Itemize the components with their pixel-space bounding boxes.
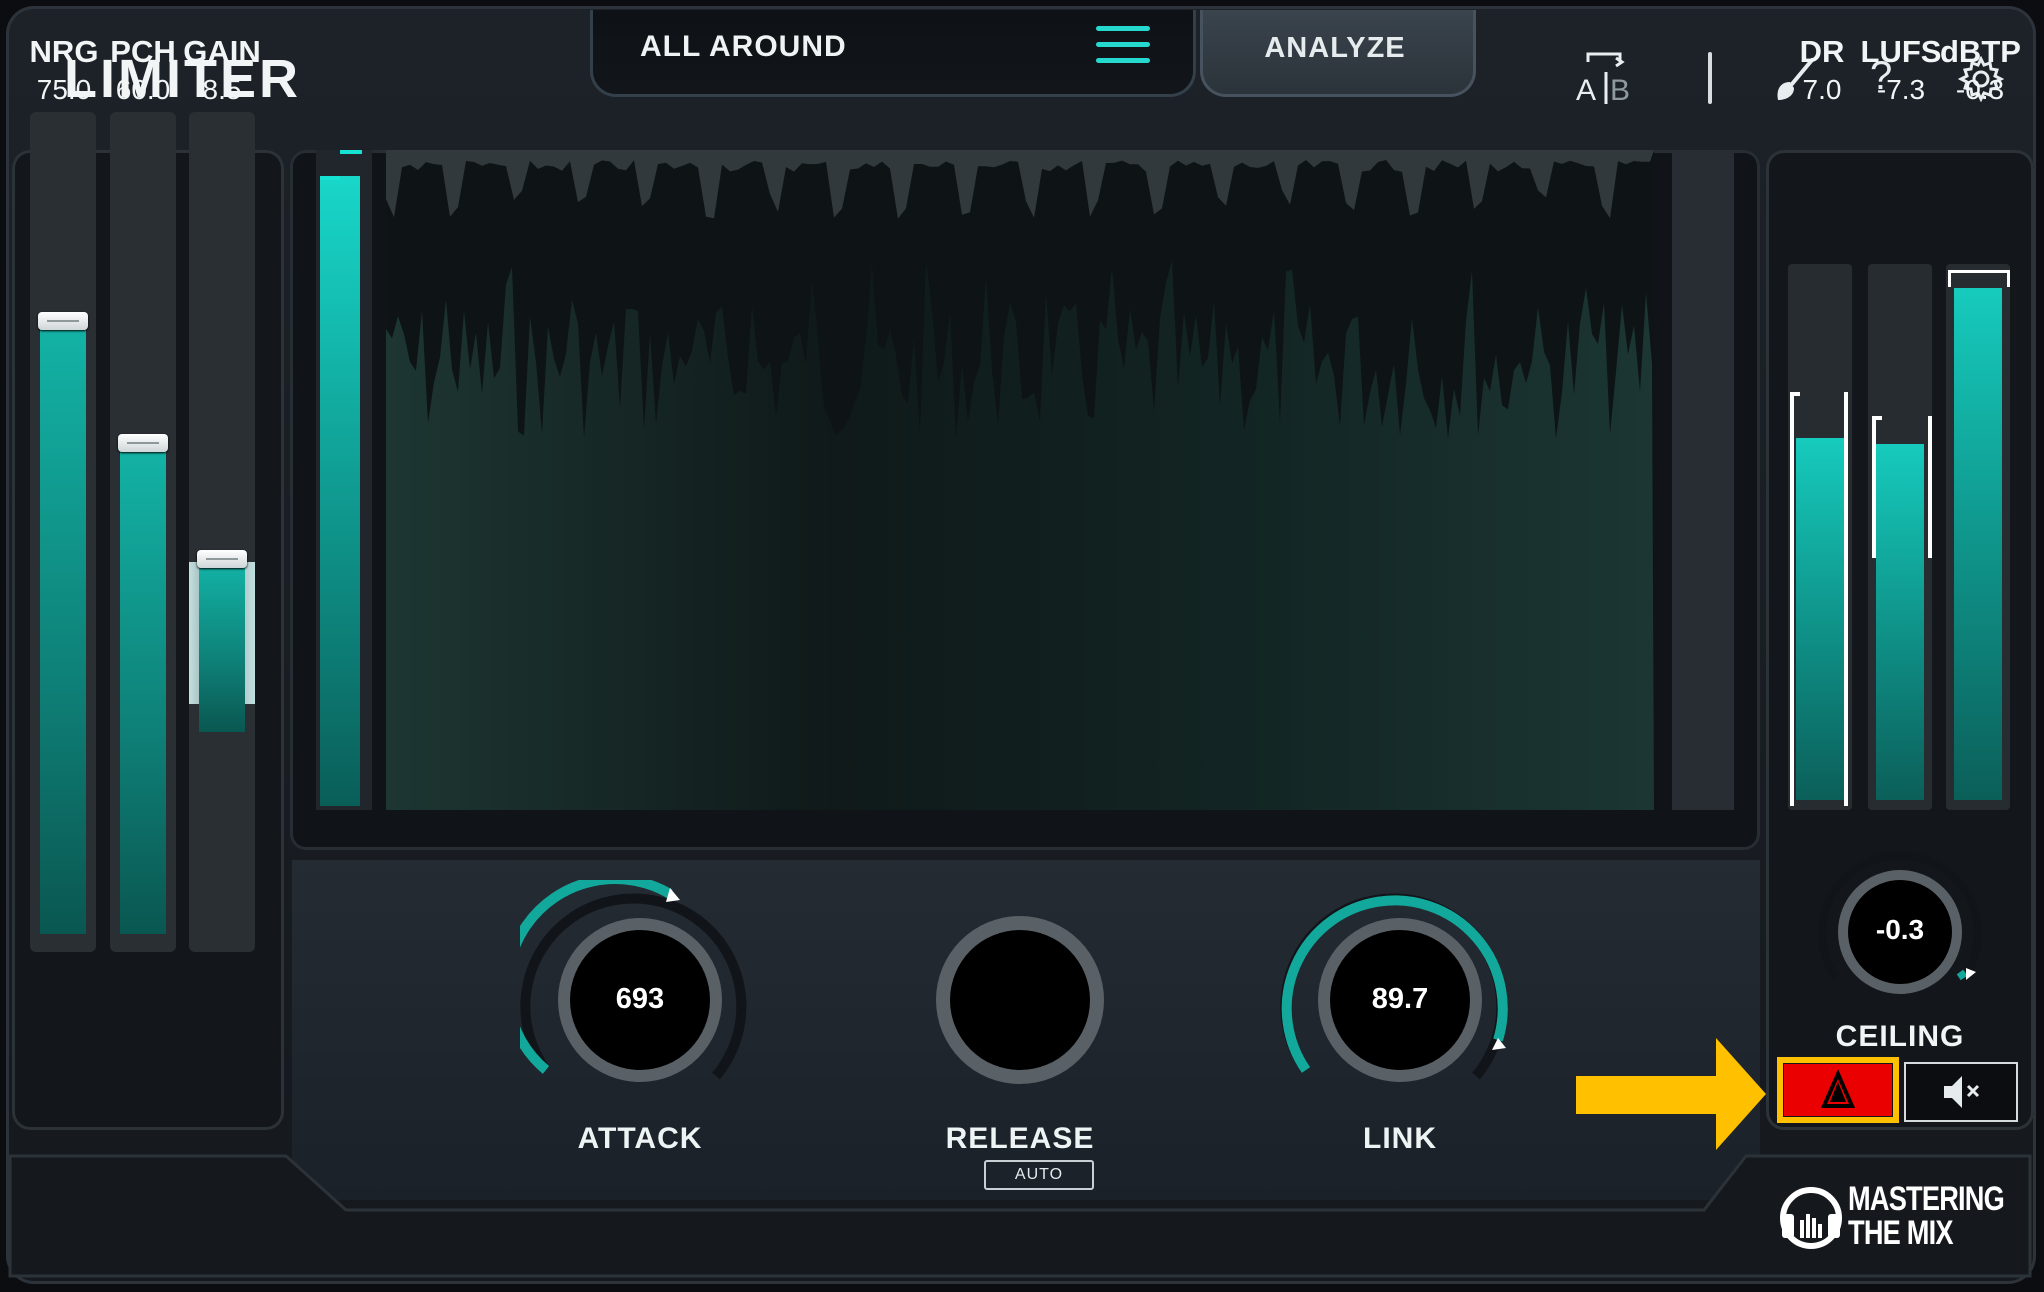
dr-label: DR — [1799, 34, 1845, 69]
gain-slider-handle[interactable] — [197, 550, 247, 568]
preset-name[interactable]: ALL AROUND — [640, 30, 847, 64]
dbtp-meter-fill — [1954, 288, 2002, 800]
nrg-fill — [40, 322, 86, 934]
gain-reduction-trace — [386, 150, 1654, 219]
nrg-slider-handle[interactable] — [38, 312, 88, 330]
speaker-mute-icon — [1944, 1076, 1980, 1108]
dr-value: 7.0 — [1802, 74, 1842, 105]
release-knob[interactable] — [920, 880, 1120, 1120]
dr-range-bracket — [1790, 392, 1848, 806]
svg-text:A: A — [1576, 74, 1596, 106]
mute-button[interactable] — [1904, 1062, 2018, 1122]
gain-value: 8.5 — [202, 74, 242, 105]
analyze-button[interactable]: ANALYZE — [1200, 32, 1470, 65]
footer-bar — [8, 1154, 2032, 1278]
pch-fill — [120, 444, 166, 934]
input-peak-hold — [340, 150, 362, 154]
ceiling-value: -0.3 — [1875, 914, 1925, 945]
output-level-meter — [1672, 150, 1734, 810]
lufs-range-bracket — [1872, 416, 1932, 558]
header-divider — [1708, 52, 1712, 104]
nrg-label: NRG — [29, 34, 99, 69]
dbtp-meter — [1946, 264, 2010, 810]
true-peak-warning-button[interactable] — [1777, 1057, 1899, 1123]
input-peak-marker — [320, 176, 340, 180]
lufs-label: LUFS — [1860, 34, 1942, 69]
pch-value: 60.0 — [115, 74, 171, 105]
input-level-fill — [320, 176, 360, 806]
ab-compare-icon[interactable]: A B — [1574, 50, 1638, 106]
nrg-slider[interactable] — [30, 112, 96, 952]
gain-fill — [199, 562, 245, 732]
dbtp-peak-bracket — [1948, 270, 2010, 287]
pch-slider[interactable] — [110, 112, 176, 952]
mastering-the-mix-logo-icon — [1780, 1187, 1842, 1249]
gain-slider[interactable] — [189, 112, 255, 952]
gain-label: GAIN — [183, 34, 261, 69]
warning-triangle-icon — [1820, 1069, 1856, 1108]
highlight-arrow-icon — [1576, 1038, 1766, 1150]
nrg-value: 75.0 — [36, 74, 92, 105]
ceiling-label: CEILING — [1835, 1020, 1965, 1053]
brand-line2: THE MIX — [1848, 1214, 1954, 1252]
hamburger-menu-icon[interactable] — [1096, 26, 1150, 68]
pch-label: PCH — [110, 34, 176, 69]
waveform-graph — [386, 150, 1654, 811]
pch-slider-handle[interactable] — [118, 434, 168, 452]
attack-value: 693 — [615, 983, 665, 1015]
waveform-canvas — [386, 150, 1654, 811]
link-value: 89.7 — [1371, 983, 1429, 1015]
svg-text:B: B — [1610, 74, 1630, 106]
dbtp-value: -0.3 — [1955, 74, 2005, 105]
lufs-value: -7.3 — [1876, 74, 1926, 105]
dbtp-label: dBTP — [1940, 34, 2021, 69]
waveform-shape — [386, 260, 1654, 811]
